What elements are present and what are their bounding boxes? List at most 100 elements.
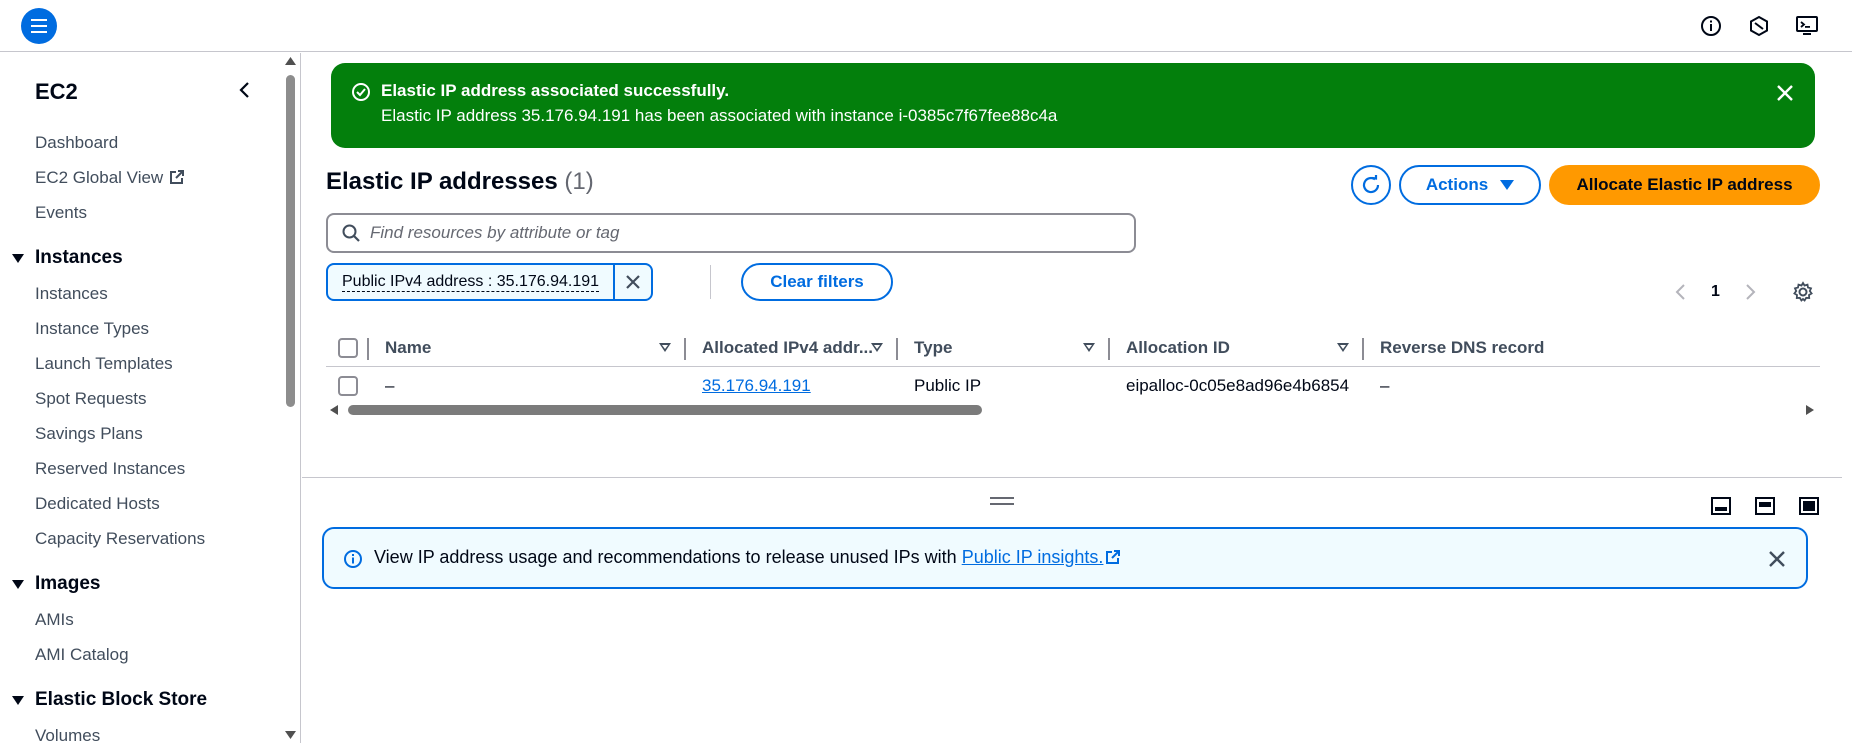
table-header-row: Name Allocated IPv4 addr... Type Allocat… <box>326 329 1820 367</box>
sidebar-item-label: EC2 Global View <box>35 168 164 187</box>
column-header-name[interactable]: Name <box>385 329 431 367</box>
sidebar-item-ec2-global-view[interactable]: EC2 Global View <box>35 168 185 190</box>
sidebar-item-amis[interactable]: AMIs <box>35 610 74 630</box>
sidebar-section-images[interactable]: Images <box>12 573 100 595</box>
sidebar-item-launch-templates[interactable]: Launch Templates <box>35 354 173 374</box>
sidebar-item-instances[interactable]: Instances <box>35 284 108 304</box>
filter-token-label[interactable]: Public IPv4 address : 35.176.94.191 <box>328 265 613 299</box>
column-resizer[interactable] <box>367 338 369 360</box>
sidebar-item-dashboard[interactable]: Dashboard <box>35 133 118 153</box>
search-icon <box>342 224 360 242</box>
divider <box>710 265 711 299</box>
page-title: Elastic IP addresses (1) <box>326 168 594 195</box>
refresh-button[interactable] <box>1351 165 1391 205</box>
info-alert-text: View IP address usage and recommendation… <box>374 547 1121 570</box>
item-count: (1) <box>564 168 594 195</box>
table-row[interactable]: – 35.176.94.191 Public IP eipalloc-0c05e… <box>326 367 1820 405</box>
cloudshell-icon[interactable] <box>1795 14 1819 38</box>
close-icon <box>626 275 640 289</box>
expanded-caret-icon <box>12 579 24 589</box>
external-link-icon <box>169 169 185 190</box>
refresh-icon <box>1362 175 1380 194</box>
side-navigation: EC2 Dashboard EC2 Global View Events Ins… <box>0 53 301 743</box>
collapse-sidebar-icon[interactable] <box>236 79 254 101</box>
info-icon[interactable] <box>1699 14 1723 38</box>
column-resizer[interactable] <box>1362 338 1364 360</box>
top-navigation-bar <box>0 0 1852 52</box>
column-header-allocated-ipv4[interactable]: Allocated IPv4 addr... <box>702 329 873 367</box>
external-link-icon <box>1105 549 1121 570</box>
elastic-ip-table: Name Allocated IPv4 addr... Type Allocat… <box>326 329 1820 405</box>
search-input[interactable] <box>370 223 1110 243</box>
previous-page-icon[interactable] <box>1673 282 1689 302</box>
row-checkbox[interactable] <box>338 376 358 396</box>
hamburger-menu-icon[interactable] <box>21 8 57 44</box>
info-alert: View IP address usage and recommendation… <box>322 527 1808 589</box>
scrollbar-thumb[interactable] <box>348 405 982 415</box>
cell-name: – <box>385 376 395 395</box>
scroll-right-icon <box>1806 405 1814 415</box>
close-icon <box>1777 85 1793 101</box>
next-page-icon[interactable] <box>1742 282 1758 302</box>
caret-down-icon <box>1500 180 1515 190</box>
sidebar-item-volumes[interactable]: Volumes <box>35 726 100 743</box>
panel-bottom-icon[interactable] <box>1710 495 1732 517</box>
cell-ip-link[interactable]: 35.176.94.191 <box>702 367 811 405</box>
column-header-reverse-dns[interactable]: Reverse DNS record <box>1380 329 1544 367</box>
column-resizer[interactable] <box>684 338 686 360</box>
flash-title: Elastic IP address associated successful… <box>381 81 730 100</box>
sort-icon[interactable] <box>659 343 671 352</box>
dismiss-info-button[interactable] <box>1766 548 1788 570</box>
drag-handle-icon[interactable] <box>990 497 1014 507</box>
filter-token: Public IPv4 address : 35.176.94.191 <box>326 263 654 301</box>
expanded-caret-icon <box>12 695 24 705</box>
gear-icon[interactable] <box>1792 281 1814 303</box>
sidebar-section-instances[interactable]: Instances <box>12 247 123 269</box>
sidebar-scrollbar-thumb[interactable] <box>286 75 295 407</box>
page-scrollbar[interactable] <box>1842 53 1852 743</box>
sort-icon[interactable] <box>1083 343 1095 352</box>
page-number[interactable]: 1 <box>1711 283 1720 301</box>
remove-filter-button[interactable] <box>613 265 651 299</box>
success-check-icon <box>352 83 370 101</box>
sidebar-item-dedicated-hosts[interactable]: Dedicated Hosts <box>35 494 160 514</box>
scroll-left-icon <box>330 405 338 415</box>
sidebar-item-reserved-instances[interactable]: Reserved Instances <box>35 459 185 479</box>
scroll-up-icon <box>285 57 296 65</box>
select-all-checkbox[interactable] <box>338 338 358 358</box>
column-header-allocation-id[interactable]: Allocation ID <box>1126 329 1230 367</box>
sidebar-item-events[interactable]: Events <box>35 203 87 223</box>
scroll-down-icon <box>285 731 296 739</box>
info-icon <box>344 550 362 568</box>
sidebar-item-ami-catalog[interactable]: AMI Catalog <box>35 645 129 665</box>
dismiss-flash-button[interactable] <box>1773 81 1797 105</box>
cell-reverse-dns: – <box>1380 376 1390 395</box>
sort-icon[interactable] <box>871 343 883 352</box>
table-horizontal-scrollbar[interactable] <box>330 402 1814 418</box>
sidebar-item-capacity-reservations[interactable]: Capacity Reservations <box>35 529 205 549</box>
sort-icon[interactable] <box>1337 343 1349 352</box>
sidebar-item-spot-requests[interactable]: Spot Requests <box>35 389 147 409</box>
expanded-caret-icon <box>12 253 24 263</box>
column-resizer[interactable] <box>1108 338 1110 360</box>
sidebar-item-instance-types[interactable]: Instance Types <box>35 319 149 339</box>
clear-filters-button[interactable]: Clear filters <box>741 263 893 301</box>
panel-full-icon[interactable] <box>1798 495 1820 517</box>
column-resizer[interactable] <box>896 338 898 360</box>
split-panel-divider <box>302 477 1842 478</box>
column-header-type[interactable]: Type <box>914 329 952 367</box>
close-icon <box>1769 551 1785 567</box>
allocate-elastic-ip-button[interactable]: Allocate Elastic IP address <box>1549 165 1820 205</box>
panel-side-icon[interactable] <box>1754 495 1776 517</box>
success-flash-message: Elastic IP address associated successful… <box>331 63 1815 148</box>
search-field <box>326 213 1136 253</box>
flash-message: Elastic IP address 35.176.94.191 has bee… <box>381 106 1058 125</box>
actions-dropdown-button[interactable]: Actions <box>1399 165 1541 205</box>
notifications-icon[interactable] <box>1747 14 1771 38</box>
sidebar-item-savings-plans[interactable]: Savings Plans <box>35 424 143 444</box>
main-content: Elastic IP address associated successful… <box>302 53 1842 743</box>
cell-allocation-id: eipalloc-0c05e8ad96e4b6854 <box>1126 376 1350 395</box>
sidebar-title[interactable]: EC2 <box>35 79 78 105</box>
public-ip-insights-link[interactable]: Public IP insights. <box>962 547 1104 567</box>
sidebar-section-elastic-block-store[interactable]: Elastic Block Store <box>12 689 207 711</box>
